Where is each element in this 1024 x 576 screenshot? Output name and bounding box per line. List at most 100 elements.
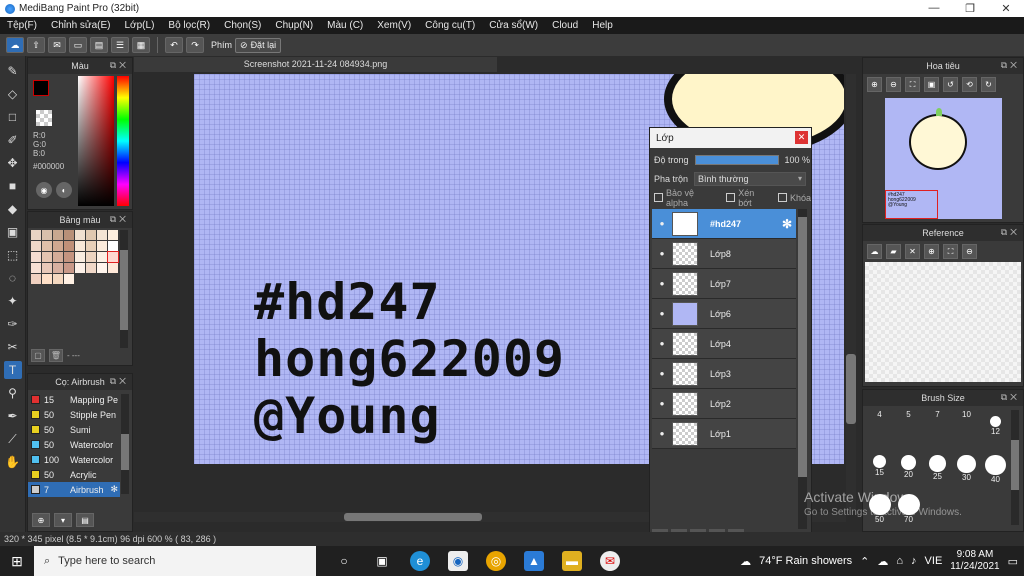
visibility-icon[interactable]: ●: [652, 309, 672, 318]
canvas-hscroll-thumb[interactable]: [344, 513, 482, 521]
palette-swatch[interactable]: [108, 230, 118, 240]
zoom-in-icon[interactable]: ⊕: [867, 77, 882, 92]
brush-size-scroll-thumb[interactable]: [1011, 440, 1019, 490]
cloud-icon[interactable]: ☁: [6, 37, 24, 53]
fit-icon[interactable]: ⛶: [943, 244, 958, 259]
brush-item-selected[interactable]: 7 Airbrush ✻: [28, 482, 120, 497]
share-icon[interactable]: ⇧: [27, 37, 45, 53]
palette-swatch[interactable]: [97, 263, 107, 273]
new-palette-icon[interactable]: ▢: [31, 349, 45, 362]
select-rect-icon[interactable]: ⬚: [4, 246, 22, 264]
language-indicator[interactable]: VIE: [925, 555, 943, 567]
reset-rotate-icon[interactable]: ⟲: [962, 77, 977, 92]
chevron-up-icon[interactable]: ⌃: [860, 555, 869, 568]
layer-item[interactable]: ● Lớp6: [652, 299, 796, 329]
canvas-vertical-scrollbar[interactable]: [846, 74, 856, 510]
clock[interactable]: 9:08 AM 11/24/2021: [950, 549, 999, 573]
panel-controls-icon[interactable]: ⧉✕: [1001, 60, 1020, 71]
brush-scrollbar[interactable]: [121, 394, 129, 494]
edge-icon[interactable]: e: [410, 551, 430, 571]
transparent-color-swatch[interactable]: [36, 110, 52, 126]
layer-item[interactable]: ● Lớp7: [652, 269, 796, 299]
palette-swatch[interactable]: [108, 241, 118, 251]
add-brush-icon[interactable]: ⊕: [32, 513, 50, 527]
select-eraser-icon[interactable]: ✂: [4, 338, 22, 356]
gradient-tool-icon[interactable]: ▣: [4, 223, 22, 241]
palette-swatch[interactable]: [42, 252, 52, 262]
palette-swatch[interactable]: [75, 230, 85, 240]
panel-icon[interactable]: ▭: [69, 37, 87, 53]
pen-tool-icon[interactable]: ✐: [4, 131, 22, 149]
color-mode-icon[interactable]: ◐: [56, 182, 72, 198]
menu-filter[interactable]: Bộ lọc(R): [161, 20, 217, 31]
opacity-slider[interactable]: [694, 154, 779, 165]
brush-item[interactable]: 50 Acrylic: [28, 467, 120, 482]
menu-help[interactable]: Help: [585, 20, 620, 31]
panel-controls-icon[interactable]: ⧉✕: [1001, 227, 1020, 238]
palette-swatch[interactable]: [86, 252, 96, 262]
palette-swatch[interactable]: [53, 263, 63, 273]
palette-swatch[interactable]: [75, 263, 85, 273]
layer-item[interactable]: ● Lớp2: [652, 389, 796, 419]
file-explorer-icon[interactable]: ▬: [562, 551, 582, 571]
panel-controls-icon[interactable]: ⧉✕: [1001, 392, 1020, 403]
palette-swatch[interactable]: [86, 241, 96, 251]
palette-swatch[interactable]: [64, 274, 74, 284]
clipping-checkbox[interactable]: Xén bớt: [726, 188, 770, 208]
onedrive-icon[interactable]: ☁: [877, 555, 888, 568]
palette-swatch[interactable]: [31, 241, 41, 251]
brush-size-option[interactable]: 10: [952, 410, 981, 446]
layer-item[interactable]: ● Lớp4: [652, 329, 796, 359]
grid-icon[interactable]: ▦: [132, 37, 150, 53]
palette-swatch[interactable]: [64, 263, 74, 273]
brush-size-option[interactable]: 7: [923, 410, 952, 446]
volume-icon[interactable]: ♪: [911, 555, 917, 567]
list-icon[interactable]: ☰: [111, 37, 129, 53]
canvas-vscroll-thumb[interactable]: [846, 354, 856, 424]
panel-controls-icon[interactable]: ⧉✕: [110, 60, 129, 71]
hue-slider[interactable]: [117, 76, 129, 206]
layer-item-selected[interactable]: ● #hd247 ✻: [652, 209, 796, 239]
palette-swatch[interactable]: [42, 263, 52, 273]
document-icon[interactable]: ▤: [90, 37, 108, 53]
gear-icon[interactable]: ✻: [110, 484, 118, 495]
palette-swatch[interactable]: [53, 241, 63, 251]
brush-settings-icon[interactable]: ▤: [76, 513, 94, 527]
palette-swatch[interactable]: [64, 230, 74, 240]
brush-size-option[interactable]: 4: [865, 410, 894, 446]
open-cloud-icon[interactable]: ☁: [867, 244, 882, 259]
lasso-tool-icon[interactable]: ◌: [4, 269, 22, 287]
layer-item[interactable]: ● Lớp1: [652, 419, 796, 449]
brush-size-scrollbar[interactable]: [1011, 410, 1019, 525]
visibility-icon[interactable]: ●: [652, 279, 672, 288]
actual-size-icon[interactable]: ▣: [924, 77, 939, 92]
divide-tool-icon[interactable]: ⟋: [4, 430, 22, 448]
delete-palette-icon[interactable]: 🗑: [49, 349, 63, 362]
windows-start-icon[interactable]: ⊞: [0, 546, 34, 576]
photos-icon[interactable]: ▲: [524, 551, 544, 571]
redo-icon[interactable]: ↷: [186, 37, 204, 53]
close-icon[interactable]: ✕: [795, 131, 808, 144]
minimize-button[interactable]: —: [916, 2, 952, 15]
palette-icon[interactable]: ◉: [36, 182, 52, 198]
chrome-icon[interactable]: ◎: [486, 551, 506, 571]
operation-tool-icon[interactable]: ⚲: [4, 384, 22, 402]
menu-tools[interactable]: Công cụ(T): [418, 20, 482, 31]
brush-size-option[interactable]: 30: [952, 449, 981, 485]
palette-swatch[interactable]: [53, 252, 63, 262]
visibility-icon[interactable]: ●: [652, 399, 672, 408]
layer-scrollbar[interactable]: [798, 209, 807, 529]
brush-item[interactable]: 100 Watercolor: [28, 452, 120, 467]
messenger-icon[interactable]: ✉: [600, 551, 620, 571]
close-button[interactable]: ✕: [988, 2, 1024, 15]
reference-canvas[interactable]: [865, 262, 1021, 382]
bucket-tool-icon[interactable]: ◆: [4, 200, 22, 218]
visibility-icon[interactable]: ●: [652, 429, 672, 438]
taskbar-search[interactable]: ⌕ Type here to search: [34, 546, 316, 576]
palette-swatch[interactable]: [64, 241, 74, 251]
restore-button[interactable]: ❐: [952, 2, 988, 15]
menu-view[interactable]: Xem(V): [370, 20, 418, 31]
palette-swatch[interactable]: [42, 241, 52, 251]
palette-swatch[interactable]: [53, 274, 63, 284]
menu-cloud[interactable]: Cloud: [545, 20, 585, 31]
